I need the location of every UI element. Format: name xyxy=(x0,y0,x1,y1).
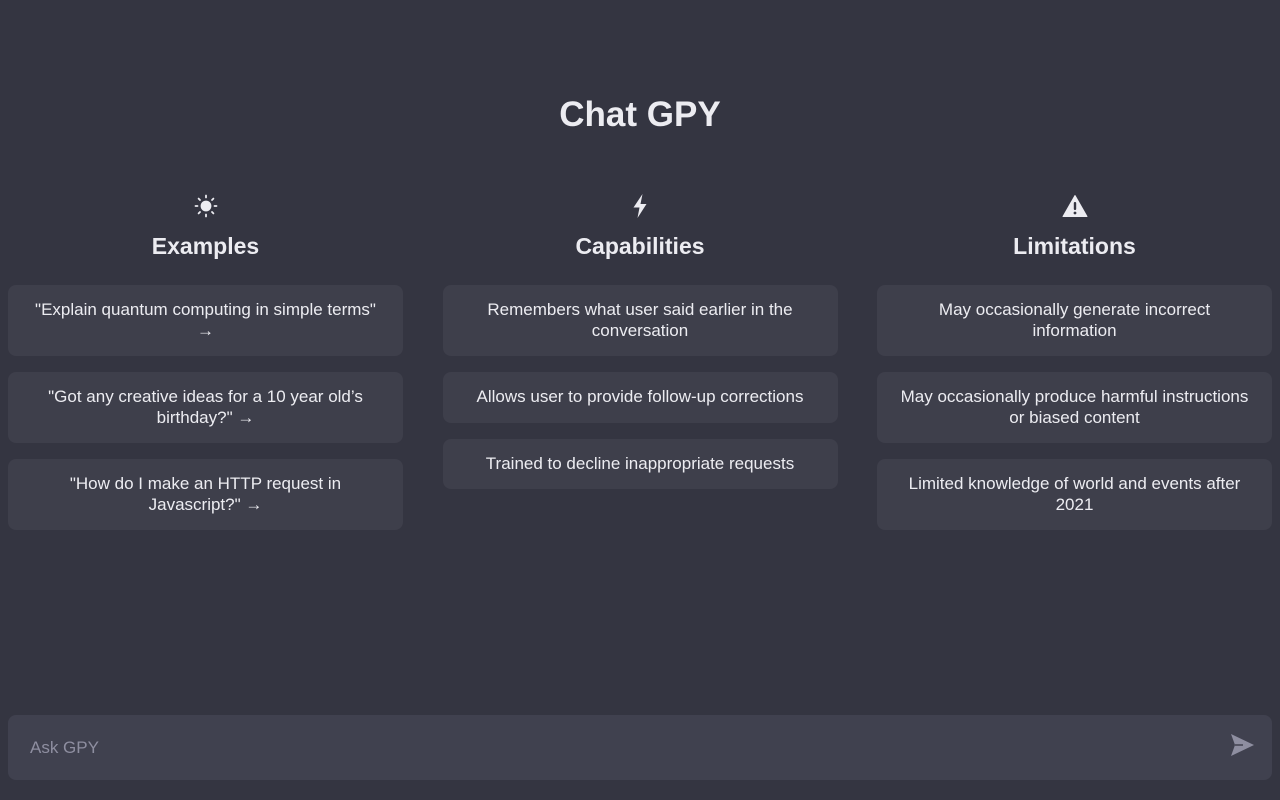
capabilities-column: Capabilities Remembers what user said ea… xyxy=(442,190,838,546)
limitations-heading: Limitations xyxy=(1013,233,1136,259)
chat-page: Chat GPY Examples "Explain quantum compu… xyxy=(0,0,1280,800)
examples-heading: Examples xyxy=(151,233,260,259)
example-prompt-card[interactable]: "Got any creative ideas for a 10 year ol… xyxy=(8,372,403,443)
capability-card: Trained to decline inappropriate request… xyxy=(442,438,838,489)
capability-card: Remembers what user said earlier in the … xyxy=(442,285,838,356)
send-icon xyxy=(1228,731,1256,764)
capabilities-heading: Capabilities xyxy=(575,233,705,259)
example-prompt-card[interactable]: "Explain quantum computing in simple ter… xyxy=(8,285,403,356)
examples-column: Examples "Explain quantum computing in s… xyxy=(8,190,403,546)
capability-card: Allows user to provide follow-up correct… xyxy=(442,372,838,423)
warning-icon xyxy=(877,190,1272,222)
limitation-card: May occasionally generate incorrect info… xyxy=(877,285,1272,356)
intro-columns: Examples "Explain quantum computing in s… xyxy=(8,190,1272,546)
limitation-card: Limited knowledge of world and events af… xyxy=(877,459,1272,530)
send-button[interactable] xyxy=(1226,732,1258,764)
message-input[interactable] xyxy=(28,736,1226,759)
page-title: Chat GPY xyxy=(559,95,721,134)
sun-icon xyxy=(8,190,403,222)
lightning-icon xyxy=(443,190,838,222)
message-input-bar xyxy=(8,715,1272,780)
example-prompt-card[interactable]: "How do I make an HTTP request in Javasc… xyxy=(8,459,403,530)
limitation-card: May occasionally produce harmful instruc… xyxy=(877,372,1272,443)
limitations-column: Limitations May occasionally generate in… xyxy=(877,190,1272,546)
